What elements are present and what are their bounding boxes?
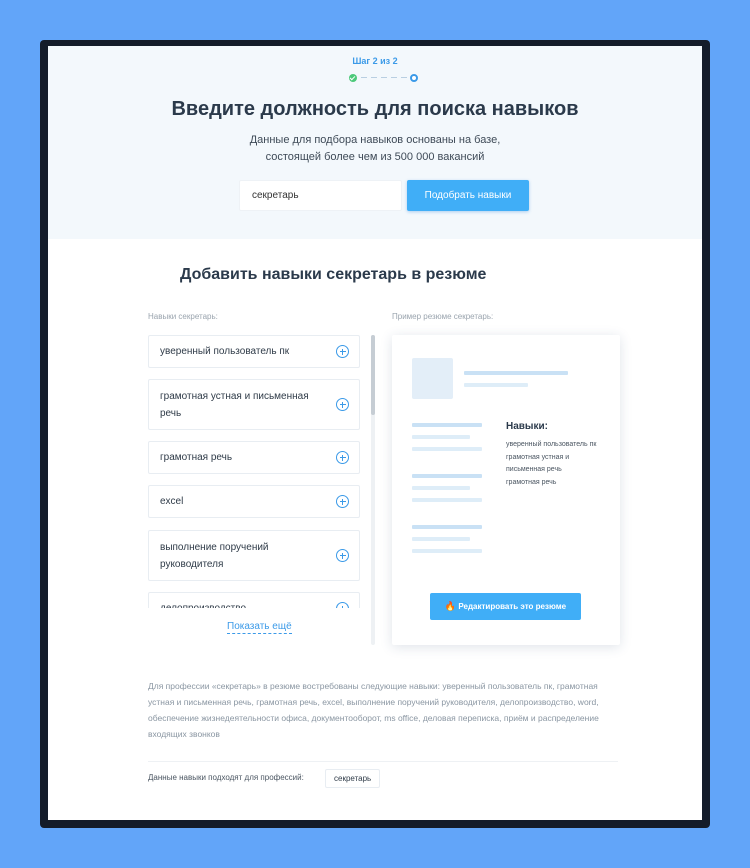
flame-icon: 🔥	[444, 601, 457, 611]
add-circle-icon[interactable]	[336, 345, 349, 358]
placeholder-line	[412, 474, 482, 478]
placeholder-line	[412, 549, 482, 553]
subtitle-line: состоящей более чем из 500 000 вакансий	[265, 151, 485, 163]
skill-label: уверенный пользователь пк	[160, 346, 290, 357]
scrollbar-thumb[interactable]	[371, 335, 375, 415]
placeholder-line	[412, 498, 482, 502]
add-circle-icon[interactable]	[336, 398, 349, 411]
resume-skills-title: Навыки:	[506, 421, 548, 432]
skill-item[interactable]: делопроизводство	[148, 592, 360, 608]
placeholder-line	[464, 371, 568, 375]
skill-label-line: грамотная устная и письменная	[160, 391, 309, 402]
skills-scrollbar[interactable]	[371, 335, 375, 645]
hero-section: Шаг 2 из 2 Введите должность для поиска …	[48, 46, 702, 239]
placeholder-line	[412, 447, 482, 451]
avatar-placeholder	[412, 358, 453, 399]
placeholder-line	[412, 525, 482, 529]
skill-label-line: речь	[160, 408, 182, 419]
step-dash	[361, 77, 367, 78]
add-circle-icon[interactable]	[336, 549, 349, 562]
skill-label: грамотная речь	[160, 452, 233, 463]
add-circle-icon[interactable]	[336, 451, 349, 464]
page: Шаг 2 из 2 Введите должность для поиска …	[48, 46, 702, 820]
step-dash	[381, 77, 387, 78]
resume-preview-card: Навыки: уверенный пользователь пк грамот…	[392, 335, 620, 645]
skill-label-line: выполнение поручений	[160, 542, 269, 553]
placeholder-line	[412, 537, 470, 541]
skill-item[interactable]: грамотная речь	[148, 441, 360, 474]
page-subtitle: Данные для подбора навыков основаны на б…	[48, 132, 702, 166]
resume-skill-line: уверенный пользователь пк	[506, 441, 597, 448]
placeholder-line	[412, 435, 470, 439]
current-step-dot	[410, 74, 418, 82]
skill-item[interactable]: грамотная устная и письменная речь	[148, 379, 360, 430]
find-skills-button[interactable]: Подобрать навыки	[407, 180, 529, 211]
edit-resume-button[interactable]: 🔥 Редактировать это резюме	[430, 593, 581, 620]
section-title: Добавить навыки секретарь в резюме	[180, 266, 487, 283]
edit-resume-button-label: Редактировать это резюме	[458, 602, 567, 611]
skills-description: Для профессии «секретарь» в резюме востр…	[148, 681, 599, 739]
skill-label: excel	[160, 496, 184, 507]
skill-item[interactable]: excel	[148, 485, 360, 518]
profession-tag[interactable]: секретарь	[325, 769, 381, 788]
step-dash	[401, 77, 407, 78]
job-title-input[interactable]	[239, 180, 402, 211]
step-dash	[371, 77, 377, 78]
example-column-label: Пример резюме секретарь:	[392, 312, 494, 321]
skills-list: уверенный пользователь пк грамотная устн…	[148, 335, 360, 608]
skill-label: грамотная устная и письменная речь	[160, 388, 320, 422]
skill-item[interactable]: выполнение поручений руководителя	[148, 530, 360, 581]
skill-label: выполнение поручений руководителя	[160, 539, 320, 573]
skills-column-label: Навыки секретарь:	[148, 312, 218, 321]
step-progress	[349, 74, 419, 83]
placeholder-line	[412, 423, 482, 427]
resume-skill-line: письменная речь	[506, 466, 562, 473]
skill-label-line: руководителя	[160, 559, 224, 570]
divider	[148, 761, 618, 762]
professions-label: Данные навыки подходят для профессий:	[148, 773, 304, 782]
placeholder-line	[464, 383, 528, 387]
check-icon	[349, 74, 357, 82]
add-circle-icon[interactable]	[336, 495, 349, 508]
step-indicator-label: Шаг 2 из 2	[352, 56, 398, 66]
skill-item[interactable]: уверенный пользователь пк	[148, 335, 360, 368]
show-more-link[interactable]: Показать ещё	[227, 621, 292, 634]
resume-skill-line: грамотная устная и	[506, 454, 570, 461]
skill-label: делопроизводство	[160, 600, 320, 608]
step-dash	[391, 77, 397, 78]
add-circle-icon[interactable]	[336, 602, 349, 608]
placeholder-line	[412, 486, 470, 490]
subtitle-line: Данные для подбора навыков основаны на б…	[249, 134, 501, 146]
page-title: Введите должность для поиска навыков	[171, 98, 579, 120]
resume-skill-line: грамотная речь	[506, 479, 557, 486]
